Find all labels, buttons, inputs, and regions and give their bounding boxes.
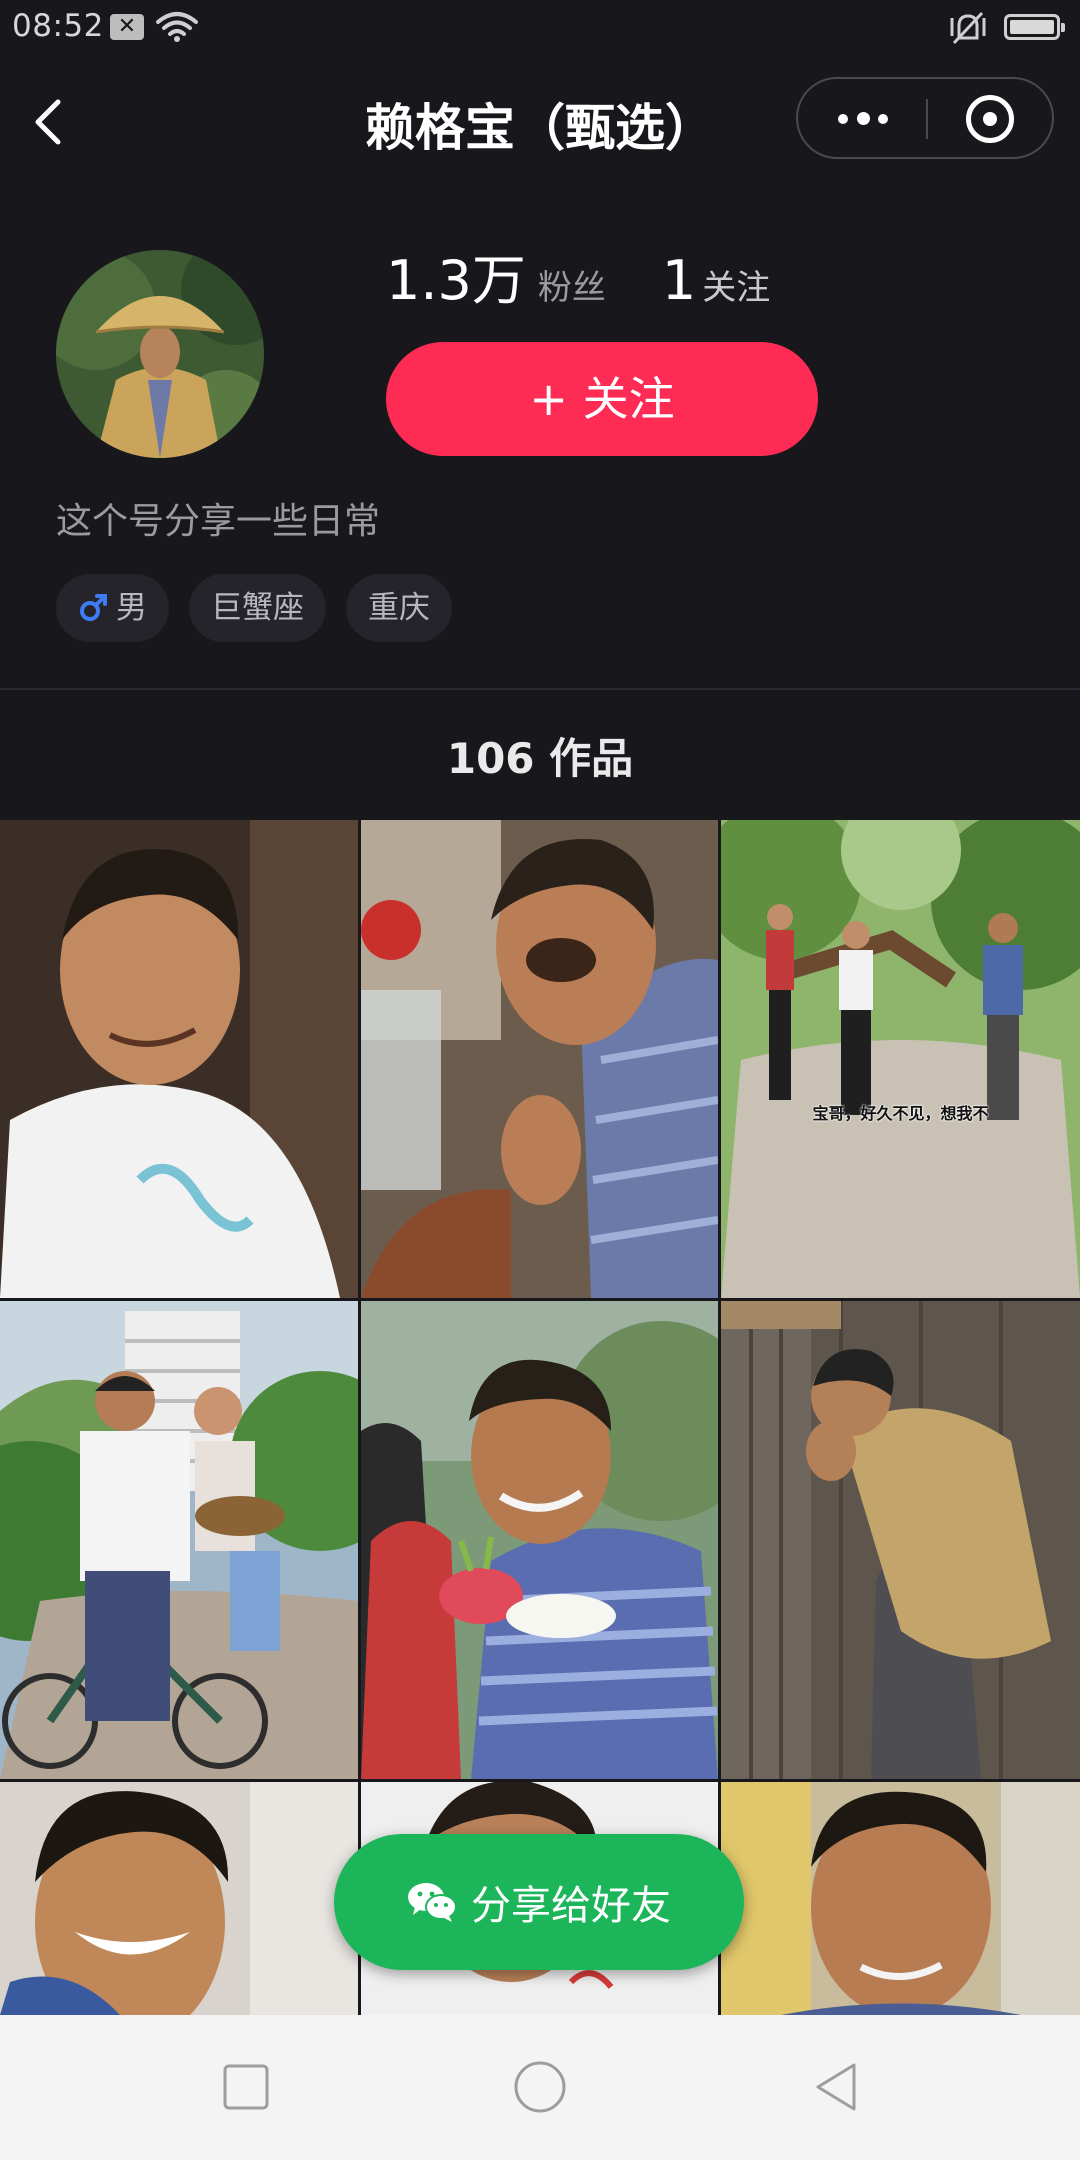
avatar[interactable] bbox=[56, 250, 264, 458]
status-bar: 08:52 ✕ bbox=[0, 0, 1080, 56]
share-to-friends-button[interactable]: 分享给好友 bbox=[334, 1834, 744, 1970]
wechat-icon bbox=[408, 1883, 457, 1922]
tag-gender: 男 bbox=[56, 574, 169, 642]
fans-label: 粉丝 bbox=[537, 268, 606, 308]
target-close-icon[interactable] bbox=[928, 79, 1052, 157]
notification-x-icon: ✕ bbox=[110, 14, 144, 40]
profile-stats: 1.3万 粉丝 1 关注 bbox=[386, 236, 771, 312]
following-label: 关注 bbox=[702, 268, 771, 308]
section-divider bbox=[0, 688, 1080, 690]
home-circle-icon[interactable] bbox=[510, 2057, 570, 2117]
video-thumbnail[interactable] bbox=[0, 1782, 358, 2015]
video-thumbnail[interactable] bbox=[361, 820, 718, 1298]
back-triangle-icon[interactable] bbox=[806, 2057, 866, 2117]
more-dots-icon[interactable] bbox=[798, 79, 926, 157]
video-thumbnail[interactable] bbox=[0, 820, 358, 1298]
battery-icon bbox=[1004, 14, 1065, 40]
video-thumbnail[interactable] bbox=[721, 1301, 1080, 1779]
mini-program-capsule bbox=[796, 77, 1054, 159]
following-count: 1 bbox=[661, 249, 697, 312]
tag-zodiac: 巨蟹座 bbox=[189, 574, 326, 642]
fans-count: 1.3万 bbox=[386, 249, 526, 312]
video-caption: 宝哥，好久不见，想我不 bbox=[812, 1104, 989, 1123]
share-button-label: 分享给好友 bbox=[471, 1883, 671, 1929]
tag-location: 重庆 bbox=[346, 574, 452, 642]
mute-vibrate-icon bbox=[950, 11, 986, 45]
follow-button[interactable]: + 关注 bbox=[386, 342, 818, 456]
recent-apps-square-icon[interactable] bbox=[216, 2057, 276, 2117]
male-icon bbox=[80, 594, 107, 621]
works-count: 106 作品 bbox=[446, 734, 634, 783]
video-thumbnail[interactable] bbox=[721, 1782, 1080, 2015]
status-time: 08:52 bbox=[12, 8, 104, 44]
title-bar: 赖格宝（甄选） bbox=[0, 56, 1080, 182]
wifi-icon bbox=[156, 12, 198, 42]
profile-bio: 这个号分享一些日常 bbox=[56, 501, 381, 542]
profile-tags: 男 巨蟹座 重庆 bbox=[56, 574, 452, 642]
video-thumbnail[interactable] bbox=[361, 1301, 718, 1779]
video-thumbnail[interactable]: 宝哥，好久不见，想我不 bbox=[721, 820, 1080, 1298]
tag-gender-label: 男 bbox=[116, 590, 147, 626]
system-nav-bar bbox=[0, 2015, 1080, 2160]
video-thumbnail[interactable] bbox=[0, 1301, 358, 1779]
